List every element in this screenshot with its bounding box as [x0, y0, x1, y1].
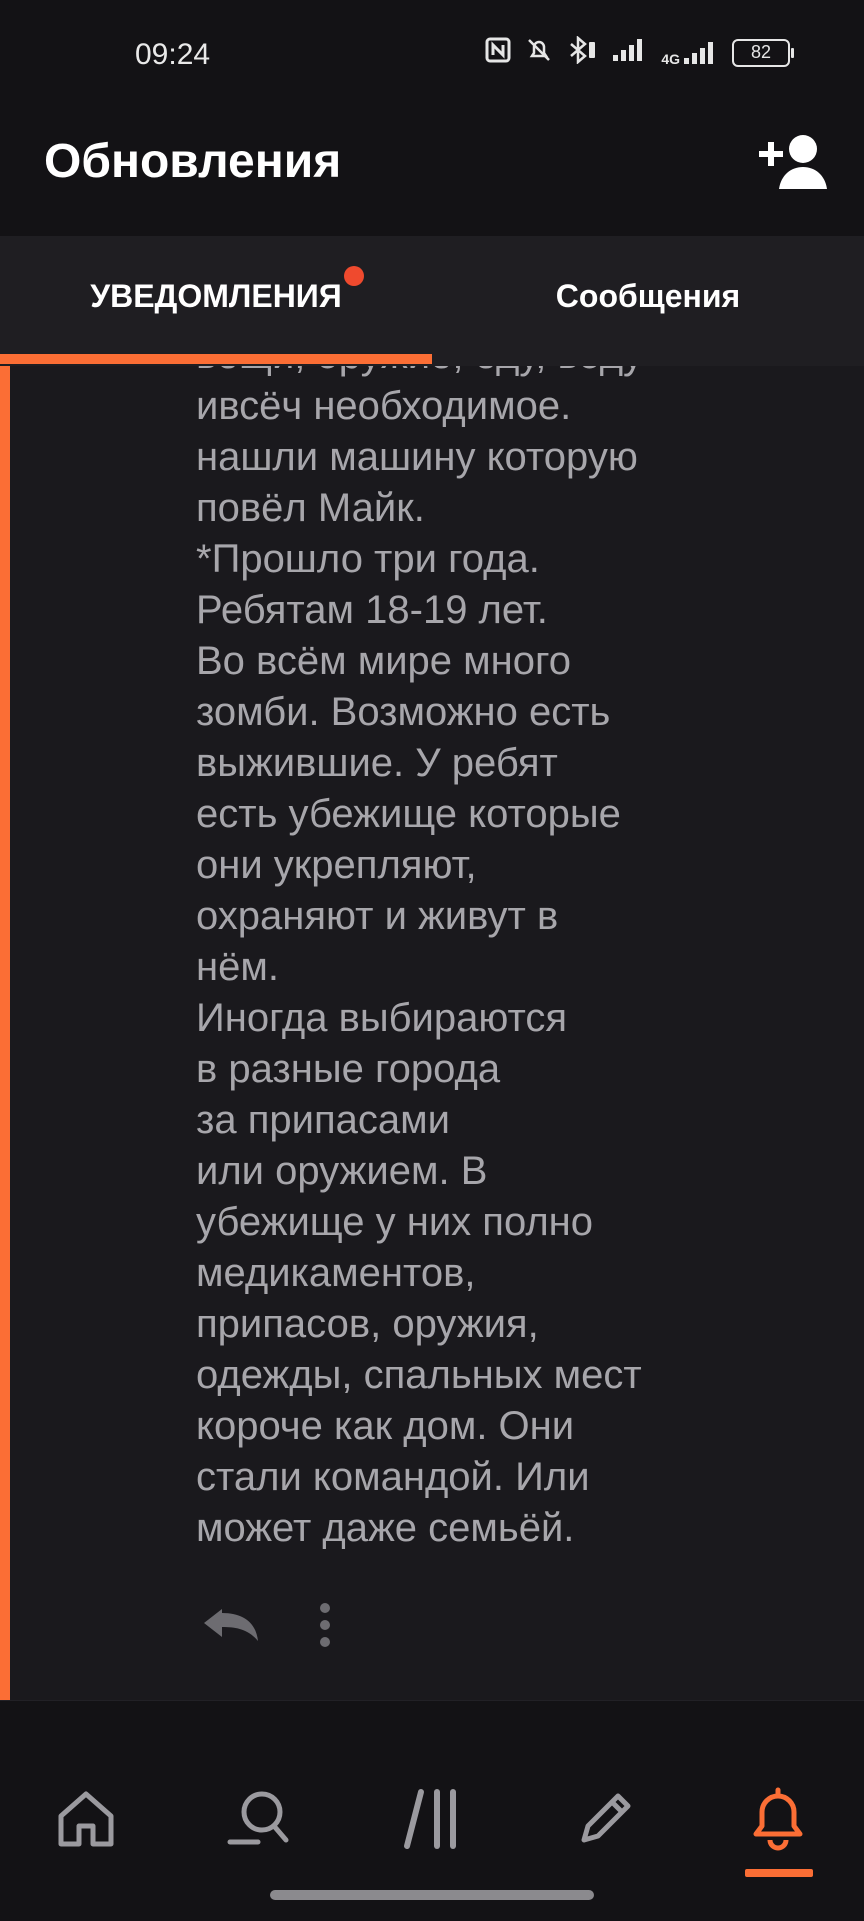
tab-notifications-label-wrap: УВЕДОМЛЕНИЯ — [90, 265, 364, 315]
nav-home[interactable] — [31, 1781, 141, 1861]
more-vertical-icon — [318, 1602, 332, 1653]
battery-level: 82 — [750, 42, 772, 62]
nfc-icon — [485, 37, 511, 68]
nav-active-indicator — [744, 1869, 813, 1877]
bell-icon — [746, 1786, 810, 1857]
search-icon — [226, 1788, 292, 1855]
nav-search[interactable] — [204, 1781, 314, 1861]
reply-icon — [200, 1605, 262, 1650]
pencil-icon — [574, 1788, 636, 1855]
app-header: Обновления — [0, 110, 864, 236]
home-icon — [55, 1788, 117, 1855]
tab-messages-label: Сообщения — [555, 277, 741, 314]
unread-accent-bar — [0, 366, 10, 1700]
message-text: вещи, оружие, еду, воду ивсёч необходимо… — [196, 366, 643, 1550]
bluetooth-icon — [567, 35, 597, 69]
signal-icon — [611, 37, 647, 68]
nav-notifications[interactable] — [723, 1781, 833, 1877]
active-tab-indicator — [0, 354, 432, 364]
nav-library[interactable] — [377, 1781, 487, 1861]
add-user-icon — [755, 131, 831, 198]
status-icons: 4G 82 — [485, 35, 794, 69]
page-title: Обновления — [44, 135, 342, 188]
signal-4g-icon: 4G — [661, 40, 718, 66]
reply-button[interactable] — [200, 1605, 262, 1650]
tab-notifications-label: УВЕДОМЛЕНИЯ — [90, 277, 342, 314]
nav-write[interactable] — [550, 1781, 660, 1861]
notification-badge — [343, 265, 364, 286]
message-actions — [200, 1602, 332, 1653]
status-bar: 09:24 4G 82 — [0, 0, 864, 110]
home-indicator[interactable] — [270, 1890, 594, 1900]
battery-icon: 82 — [732, 38, 794, 67]
notification-content[interactable]: вещи, оружие, еду, воду ивсёч необходимо… — [0, 366, 864, 1700]
bottom-navigation — [0, 1700, 864, 1921]
tab-messages[interactable]: Сообщения — [432, 236, 864, 356]
status-time: 09:24 — [135, 38, 211, 71]
tab-notifications[interactable]: УВЕДОМЛЕНИЯ — [0, 236, 432, 356]
bottom-nav-items — [0, 1781, 864, 1877]
tab-bar: УВЕДОМЛЕНИЯ Сообщения — [0, 236, 864, 366]
library-icon — [399, 1786, 465, 1857]
add-user-button[interactable] — [752, 128, 834, 200]
more-options-button[interactable] — [318, 1602, 332, 1653]
mute-bell-icon — [525, 36, 553, 69]
